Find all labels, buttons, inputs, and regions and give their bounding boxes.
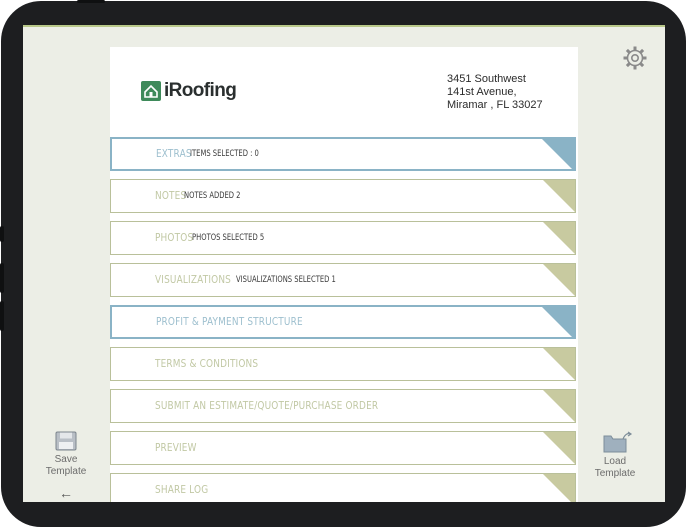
- section-notes[interactable]: Notes Notes Added 2: [110, 179, 576, 213]
- section-title: Profit & Payment Structure: [156, 316, 303, 328]
- hardware-button: [0, 301, 4, 331]
- logo-text: iRoofing: [164, 80, 237, 101]
- save-label: Save: [54, 454, 78, 465]
- floppy-disk-icon: [55, 431, 77, 451]
- estimate-document: iRoofing 3451 Southwest 141st Avenue, Mi…: [110, 47, 578, 502]
- address-line: 141st Avenue,: [447, 86, 517, 98]
- back-arrow-icon[interactable]: ←: [59, 485, 73, 501]
- hardware-button: [0, 263, 4, 293]
- corner-tab: [542, 139, 574, 169]
- section-detail: Items Selected : 0: [189, 149, 259, 159]
- section-submit-estimate[interactable]: Submit an Estimate/Quote/Purchase Order: [110, 389, 576, 423]
- house-logo-icon: [141, 81, 161, 101]
- corner-tab: [543, 222, 575, 254]
- section-preview[interactable]: Preview: [110, 431, 576, 465]
- section-title: Photos: [155, 232, 194, 244]
- load-template-button[interactable]: Load Template: [585, 431, 645, 480]
- address-line: 3451 Southwest: [447, 73, 526, 85]
- section-visualizations[interactable]: Visualizations Visualizations Selected 1: [110, 263, 576, 297]
- section-title: Extras: [156, 148, 192, 160]
- corner-tab: [543, 264, 575, 296]
- address-line: Miramar , FL 33027: [447, 99, 543, 111]
- section-detail: Photos Selected 5: [192, 233, 265, 243]
- corner-tab: [543, 180, 575, 212]
- section-photos[interactable]: Photos Photos Selected 5: [110, 221, 576, 255]
- corner-tab: [543, 348, 575, 380]
- corner-tab: [543, 474, 575, 502]
- hardware-button: [0, 226, 4, 242]
- corner-tab: [542, 307, 574, 337]
- section-title: Share Log: [155, 484, 209, 496]
- section-detail: Notes Added 2: [183, 191, 241, 201]
- load-label: Load: [603, 456, 627, 467]
- corner-tab: [543, 432, 575, 464]
- company-address: 3451 Southwest 141st Avenue, Miramar , F…: [447, 73, 543, 112]
- section-profit-payment[interactable]: Profit & Payment Structure: [110, 305, 576, 339]
- section-terms-conditions[interactable]: Terms & Conditions: [110, 347, 576, 381]
- section-share-log[interactable]: Share Log: [110, 473, 576, 502]
- section-title: Preview: [155, 442, 197, 454]
- load-label: Template: [594, 468, 636, 479]
- save-template-button[interactable]: Save Template: [36, 431, 96, 478]
- section-title: Submit an Estimate/Quote/Purchase Order: [155, 400, 379, 412]
- section-extras[interactable]: Extras Items Selected : 0: [110, 137, 576, 171]
- folder-upload-icon: [603, 431, 633, 453]
- section-detail: Visualizations Selected 1: [236, 275, 337, 285]
- gear-icon[interactable]: [622, 45, 648, 71]
- section-title: Visualizations: [155, 274, 232, 286]
- company-logo: iRoofing: [141, 80, 237, 102]
- section-title: Terms & Conditions: [155, 358, 259, 370]
- hardware-button: [77, 0, 105, 3]
- corner-tab: [543, 390, 575, 422]
- app-screen: iRoofing 3451 Southwest 141st Avenue, Mi…: [23, 25, 665, 502]
- save-label: Template: [45, 466, 87, 477]
- section-title: Notes: [155, 190, 187, 202]
